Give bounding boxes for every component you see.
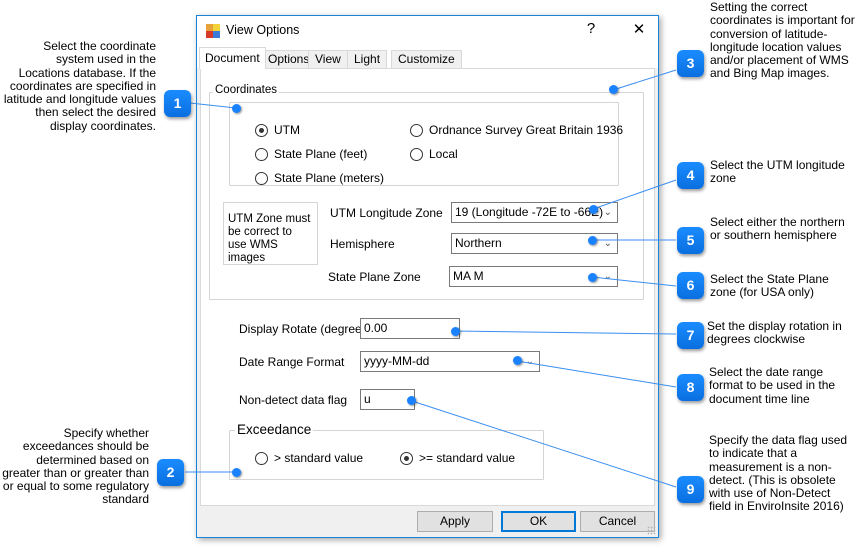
- radio-state-plane-meters[interactable]: State Plane (meters): [255, 171, 384, 185]
- callout-text-2: Specify whether exceedances should be de…: [2, 426, 149, 507]
- dialog-title: View Options: [226, 23, 300, 37]
- callout-badge-3: 3: [677, 50, 704, 77]
- anchor-dot-2: [232, 468, 241, 477]
- radio-button[interactable]: [410, 147, 423, 161]
- callout-badge-1: 1: [164, 90, 191, 117]
- radio-local[interactable]: Local: [410, 147, 458, 161]
- radio-label: UTM: [274, 123, 300, 137]
- help-button[interactable]: ?: [580, 20, 602, 37]
- utm-zone-value: 19 (Longitude -72E to -66E): [455, 205, 604, 219]
- radio-label: >= standard value: [419, 451, 516, 465]
- radio-label: State Plane (meters): [274, 171, 385, 185]
- date-format-label: Date Range Format: [239, 355, 345, 369]
- anchor-dot-5: [588, 236, 597, 245]
- radio-ordnance-survey[interactable]: Ordnance Survey Great Britain 1936: [410, 123, 623, 137]
- title-bar[interactable]: View Options ? ✕: [197, 16, 658, 46]
- exceedance-group-label: Exceedance: [235, 422, 314, 437]
- display-rotate-label: Display Rotate (degrees): [239, 322, 372, 336]
- anchor-dot-4: [589, 205, 598, 214]
- utm-zone-note: UTM Zone must be correct to use WMS imag…: [223, 202, 318, 265]
- callout-text-1: Select the coordinate system used in the…: [3, 39, 156, 133]
- coordinates-group-label: Coordinates: [213, 84, 280, 96]
- radio-button[interactable]: [255, 171, 268, 185]
- callout-badge-4: 4: [677, 162, 704, 189]
- callout-text-3: Setting the correct coordinates is impor…: [710, 0, 855, 81]
- radio-button[interactable]: [255, 451, 268, 465]
- anchor-dot-8: [513, 356, 522, 365]
- chevron-down-icon[interactable]: ⌄: [526, 352, 534, 371]
- radio-button[interactable]: [255, 123, 268, 137]
- anchor-dot-6: [588, 273, 597, 282]
- utm-zone-label: UTM Longitude Zone: [330, 206, 443, 220]
- hemisphere-label: Hemisphere: [330, 237, 395, 251]
- radio-label: Local: [429, 147, 458, 161]
- callout-badge-7: 7: [677, 322, 704, 349]
- callout-text-9: Specify the data flag used to indicate t…: [709, 433, 848, 514]
- callout-text-8: Select the date range format to be used …: [709, 365, 836, 406]
- tab-customize[interactable]: Customize: [391, 50, 462, 68]
- resize-grip-icon[interactable]: [647, 526, 656, 535]
- app-icon: [206, 24, 220, 38]
- close-button[interactable]: ✕: [628, 20, 650, 38]
- callout-badge-5: 5: [677, 227, 704, 254]
- anchor-dot-7: [451, 327, 460, 336]
- display-rotate-input[interactable]: 0.00: [360, 318, 460, 339]
- callout-badge-2: 2: [157, 459, 184, 486]
- state-plane-zone-label: State Plane Zone: [328, 270, 421, 284]
- chevron-down-icon[interactable]: ⌄: [604, 234, 612, 253]
- date-format-value: yyyy-MM-dd: [364, 354, 430, 368]
- ok-button[interactable]: OK: [501, 511, 576, 532]
- radio-button[interactable]: [255, 147, 268, 161]
- callout-text-4: Select the UTM longitude zone: [710, 158, 845, 186]
- anchor-dot-3: [609, 85, 618, 94]
- radio-button[interactable]: [410, 123, 423, 137]
- callout-badge-8: 8: [677, 374, 704, 401]
- radio-state-plane-feet[interactable]: State Plane (feet): [255, 147, 367, 161]
- radio-greater-or-equal[interactable]: >= standard value: [400, 451, 515, 465]
- cancel-button[interactable]: Cancel: [580, 511, 655, 532]
- radio-button[interactable]: [400, 451, 413, 465]
- tab-view[interactable]: View: [308, 50, 348, 68]
- radio-label: State Plane (feet): [274, 147, 368, 161]
- state-plane-zone-value: MA M: [453, 269, 484, 283]
- document-tab-page: Coordinates UTM State Plane (feet) State…: [200, 68, 655, 506]
- radio-utm[interactable]: UTM: [255, 123, 300, 137]
- radio-label: > standard value: [274, 451, 364, 465]
- tab-light[interactable]: Light: [347, 50, 388, 68]
- radio-label: Ordnance Survey Great Britain 1936: [429, 123, 624, 137]
- anchor-dot-9: [407, 396, 416, 405]
- callout-badge-6: 6: [677, 272, 704, 299]
- nondetect-flag-label: Non-detect data flag: [239, 393, 348, 407]
- hemisphere-value: Northern: [455, 236, 502, 250]
- chevron-down-icon[interactable]: ⌄: [604, 267, 612, 286]
- tab-document[interactable]: Document: [199, 47, 266, 69]
- apply-button[interactable]: Apply: [417, 511, 493, 532]
- anchor-dot-1: [232, 104, 241, 113]
- callout-text-6: Select the State Plane zone (for USA onl…: [710, 272, 829, 300]
- callout-badge-9: 9: [677, 476, 704, 503]
- radio-greater-than[interactable]: > standard value: [255, 451, 363, 465]
- chevron-down-icon[interactable]: ⌄: [604, 203, 612, 222]
- callout-text-7: Set the display rotation in degrees cloc…: [707, 319, 842, 347]
- callout-text-5: Select either the northern or southern h…: [710, 215, 845, 243]
